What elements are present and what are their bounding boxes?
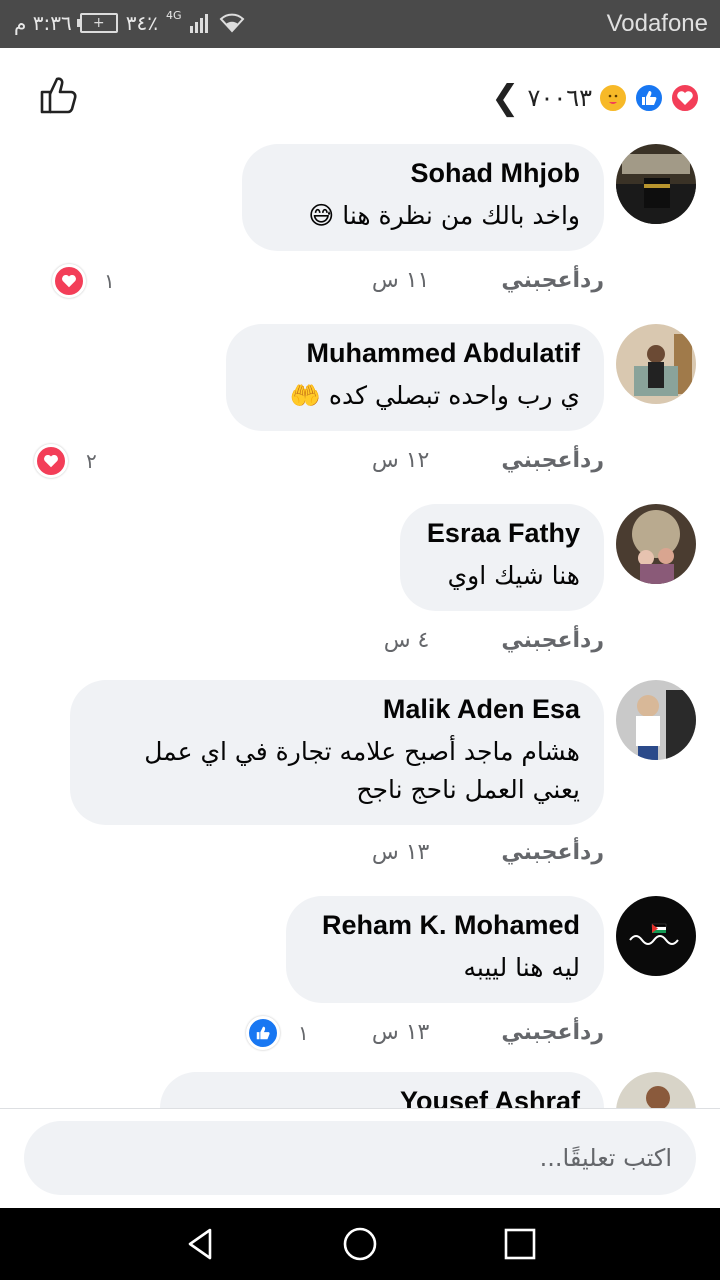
comment-time: ٤ س (383, 628, 430, 653)
back-nav-icon[interactable] (182, 1226, 218, 1262)
reaction-count: ١ (104, 269, 115, 293)
comment-time: ١٣ س (371, 840, 430, 865)
comment-actions: ١٣ س أعجبني رد (328, 1020, 604, 1045)
comment-item: Sohad Mhjob واخد بالك من نظرة هنا 😅 ١١ س… (16, 144, 696, 304)
comment-reply-button[interactable]: رد (580, 840, 604, 865)
navigation-bar (0, 1208, 720, 1280)
recents-nav-icon[interactable] (502, 1226, 538, 1262)
comment-author[interactable]: Esraa Fathy (424, 518, 580, 549)
comment-item: Reham K. Mohamed ليه هنا لييبه ١٣ س أعجب… (16, 896, 696, 1056)
care-reaction-icon (598, 83, 628, 113)
chevron-left-icon[interactable]: ❮ (491, 78, 520, 118)
reaction-count: ١ (298, 1021, 309, 1045)
status-bar: ٣:٣٦ م + ٣٤٪ 4G Vodafone (0, 0, 720, 48)
comment-reaction-badge[interactable]: ١ (246, 1016, 309, 1050)
comments-list: Sohad Mhjob واخد بالك من نظرة هنا 😅 ١١ س… (0, 140, 720, 1110)
reactions-header: ❮ ٧٠٠٦٣ (0, 48, 720, 140)
avatar[interactable] (616, 504, 696, 584)
comment-reply-button[interactable]: رد (580, 1020, 604, 1045)
comment-reply-button[interactable]: رد (580, 448, 604, 473)
comment-time: ١١ س (371, 268, 430, 293)
wifi-icon (220, 13, 245, 33)
comment-item: Muhammed Abdulatif ي رب واحده تبصلي كده … (16, 324, 696, 484)
comment-author[interactable]: Sohad Mhjob (266, 158, 580, 189)
comment-bubble[interactable]: Muhammed Abdulatif ي رب واحده تبصلي كده … (226, 324, 604, 431)
comment-actions: ١٢ س أعجبني رد (328, 448, 604, 473)
comment-author[interactable]: Yousef Ashraf (184, 1086, 580, 1110)
battery-level: ٣٤٪ (125, 11, 158, 35)
comment-like-button[interactable]: أعجبني (501, 448, 580, 473)
comment-input[interactable] (24, 1121, 696, 1195)
battery-icon: + (76, 13, 118, 33)
thumbs-up-outline-icon[interactable] (38, 74, 80, 116)
comment-item: Malik Aden Esa هشام ماجد أصبح علامه تجار… (16, 680, 696, 880)
like-reaction-icon (634, 83, 664, 113)
comment-bubble[interactable]: Sohad Mhjob واخد بالك من نظرة هنا 😅 (242, 144, 604, 251)
comment-text: هشام ماجد أصبح علامه تجارة في اي عمل يعن… (144, 737, 580, 804)
comment-actions: ١٣ س أعجبني رد (328, 840, 604, 865)
comment-bubble[interactable]: Yousef Ashraf (160, 1072, 604, 1110)
carrier-name: Vodafone (606, 10, 708, 37)
avatar[interactable] (616, 1072, 696, 1110)
avatar[interactable] (616, 324, 696, 404)
avatar[interactable] (616, 680, 696, 760)
comment-item: Esraa Fathy هنا شيك اوي ٤ س أعجبني رد (16, 504, 696, 664)
clock: ٣:٣٦ م (14, 11, 72, 35)
home-nav-icon[interactable] (342, 1226, 378, 1262)
comment-bubble[interactable]: Reham K. Mohamed ليه هنا لييبه (286, 896, 604, 1003)
heart-reaction-icon (670, 83, 700, 113)
network-type: 4G (165, 8, 182, 22)
reaction-count: ٢ (86, 449, 97, 473)
heart-icon (34, 444, 68, 478)
comment-author[interactable]: Reham K. Mohamed (310, 910, 580, 941)
comment-time: ١٢ س (371, 448, 430, 473)
comment-item: Yousef Ashraf (16, 1072, 696, 1110)
comment-time: ١٣ س (371, 1020, 430, 1045)
comment-like-button[interactable]: أعجبني (501, 268, 580, 293)
comment-text: ليه هنا لييبه (463, 953, 580, 982)
comment-reply-button[interactable]: رد (580, 628, 604, 653)
avatar[interactable] (616, 144, 696, 224)
avatar[interactable] (616, 896, 696, 976)
comment-like-button[interactable]: أعجبني (501, 628, 580, 653)
status-left: ٣:٣٦ م + ٣٤٪ 4G (14, 8, 245, 35)
reaction-count: ٧٠٠٦٣ (527, 84, 592, 112)
signal-icon (190, 14, 209, 33)
comment-reply-button[interactable]: رد (580, 268, 604, 293)
comment-text: هنا شيك اوي (447, 561, 580, 590)
comment-bubble[interactable]: Malik Aden Esa هشام ماجد أصبح علامه تجار… (70, 680, 604, 825)
heart-icon (52, 264, 86, 298)
comment-like-button[interactable]: أعجبني (501, 1020, 580, 1045)
like-icon (246, 1016, 280, 1050)
comment-reaction-badge[interactable]: ٢ (34, 444, 97, 478)
comment-author[interactable]: Malik Aden Esa (94, 694, 580, 725)
comment-input-bar (0, 1108, 720, 1209)
comment-like-button[interactable]: أعجبني (501, 840, 580, 865)
comment-author[interactable]: Muhammed Abdulatif (250, 338, 581, 369)
comment-text: ي رب واحده تبصلي كده 🤲 (289, 381, 580, 410)
comment-text: واخد بالك من نظرة هنا 😅 (308, 201, 580, 230)
comment-bubble[interactable]: Esraa Fathy هنا شيك اوي (400, 504, 604, 611)
comment-actions: ٤ س أعجبني رد (340, 628, 604, 653)
comment-actions: ١١ س أعجبني رد (328, 268, 604, 293)
reaction-summary[interactable]: ❮ ٧٠٠٦٣ (491, 78, 700, 118)
comment-reaction-badge[interactable]: ١ (52, 264, 115, 298)
